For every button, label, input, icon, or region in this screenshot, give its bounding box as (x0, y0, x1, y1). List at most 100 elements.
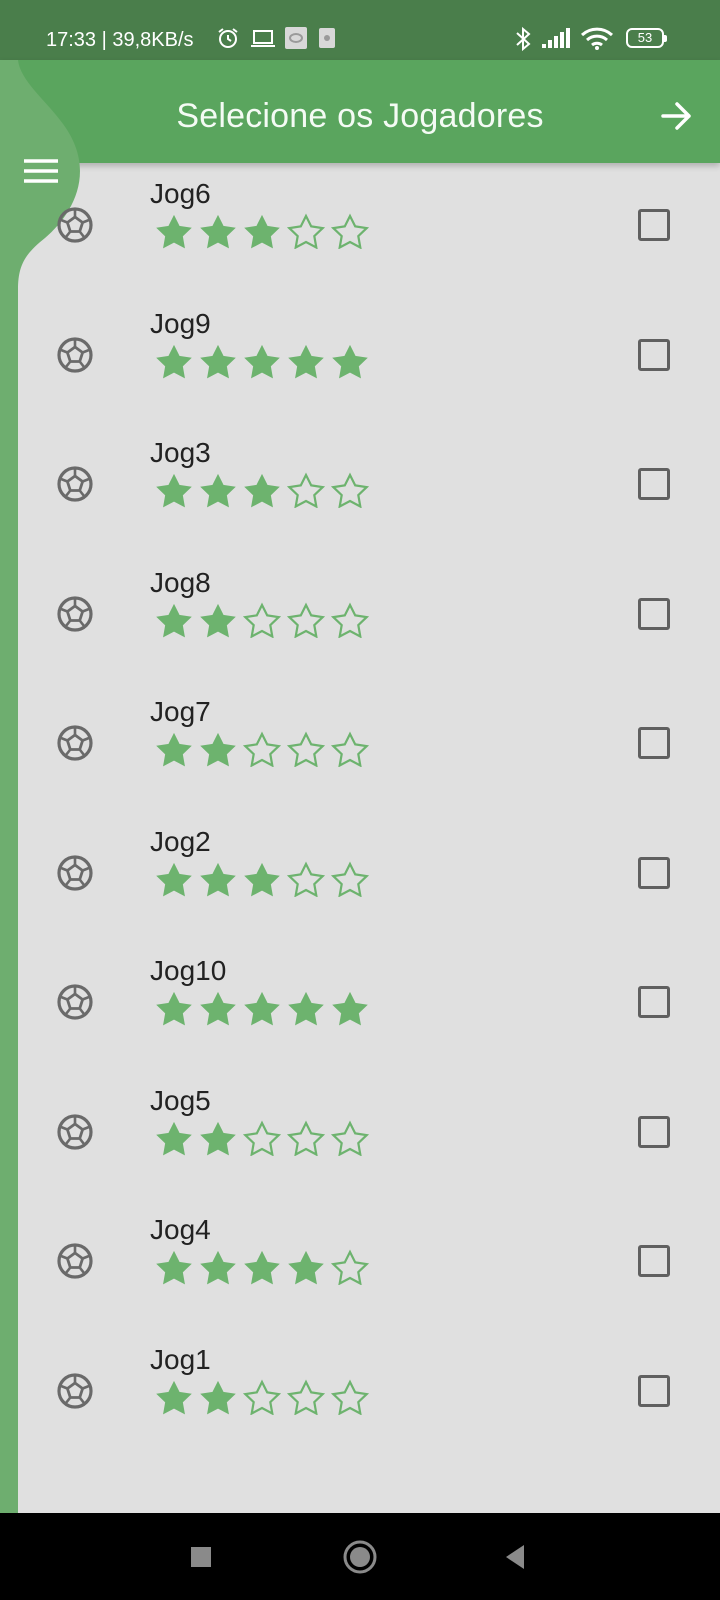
star-filled-icon[interactable] (328, 343, 372, 379)
star-filled-icon[interactable] (152, 731, 196, 767)
app-bar: Selecione os Jogadores (0, 60, 720, 163)
star-rating[interactable] (152, 213, 372, 249)
star-outline-icon[interactable] (328, 1249, 372, 1285)
laptop-icon (251, 30, 275, 47)
star-rating[interactable] (152, 1379, 372, 1415)
player-checkbox[interactable] (638, 338, 670, 371)
star-outline-icon[interactable] (328, 1379, 372, 1415)
soccer-ball-icon (57, 1243, 93, 1279)
star-outline-icon[interactable] (328, 213, 372, 249)
star-rating[interactable] (152, 602, 372, 638)
player-row[interactable]: Jog10 (18, 940, 720, 1072)
star-outline-icon[interactable] (284, 1120, 328, 1156)
star-outline-icon[interactable] (284, 1379, 328, 1415)
player-checkbox[interactable] (638, 1245, 670, 1277)
star-filled-icon[interactable] (152, 1120, 196, 1156)
star-outline-icon[interactable] (328, 602, 372, 638)
star-filled-icon[interactable] (284, 1249, 328, 1285)
star-filled-icon[interactable] (196, 213, 240, 249)
player-row[interactable]: Jog2 (18, 811, 720, 943)
page-title: Selecione os Jogadores (176, 97, 544, 135)
player-checkbox[interactable] (638, 727, 670, 759)
star-outline-icon[interactable] (328, 1120, 372, 1156)
star-rating[interactable] (152, 1249, 372, 1285)
player-name: Jog8 (150, 566, 211, 598)
soccer-ball-icon (57, 1372, 93, 1409)
star-filled-icon[interactable] (240, 1249, 284, 1285)
player-name: Jog5 (150, 1084, 211, 1116)
recents-square-icon[interactable] (182, 1537, 222, 1577)
star-filled-icon[interactable] (152, 990, 196, 1026)
star-filled-icon[interactable] (196, 472, 240, 508)
star-filled-icon[interactable] (152, 1249, 196, 1285)
star-filled-icon[interactable] (196, 731, 240, 767)
player-row[interactable]: Jog7 (18, 681, 720, 813)
star-filled-icon[interactable] (152, 472, 196, 508)
star-filled-icon[interactable] (240, 343, 284, 379)
arrow-right-icon[interactable] (655, 94, 699, 138)
star-outline-icon[interactable] (240, 731, 284, 767)
star-filled-icon[interactable] (152, 602, 196, 638)
star-rating[interactable] (152, 731, 372, 767)
player-checkbox[interactable] (638, 856, 670, 889)
star-filled-icon[interactable] (196, 1379, 240, 1415)
star-outline-icon[interactable] (328, 731, 372, 767)
star-filled-icon[interactable] (152, 343, 196, 379)
player-checkbox[interactable] (638, 986, 670, 1018)
player-row[interactable]: Jog1 (18, 1329, 720, 1461)
star-filled-icon[interactable] (240, 213, 284, 249)
player-name: Jog7 (150, 696, 211, 727)
player-name: Jog3 (150, 437, 211, 468)
star-filled-icon[interactable] (196, 861, 240, 897)
star-filled-icon[interactable] (240, 861, 284, 897)
star-filled-icon[interactable] (152, 1379, 196, 1415)
star-filled-icon[interactable] (284, 343, 328, 379)
player-name: Jog1 (150, 1343, 211, 1375)
star-rating[interactable] (152, 343, 372, 379)
home-circle-icon[interactable] (340, 1537, 380, 1577)
player-checkbox[interactable] (638, 209, 670, 241)
star-filled-icon[interactable] (196, 343, 240, 379)
player-checkbox[interactable] (638, 468, 670, 500)
player-row[interactable]: Jog6 (18, 163, 720, 295)
star-outline-icon[interactable] (240, 602, 284, 638)
star-outline-icon[interactable] (328, 472, 372, 508)
star-outline-icon[interactable] (284, 602, 328, 638)
star-outline-icon[interactable] (284, 731, 328, 767)
star-outline-icon[interactable] (284, 213, 328, 249)
star-rating[interactable] (152, 861, 372, 897)
star-filled-icon[interactable] (196, 1120, 240, 1156)
player-row[interactable]: Jog8 (18, 552, 720, 684)
player-row[interactable]: Jog9 (18, 293, 720, 425)
star-rating[interactable] (152, 1120, 372, 1156)
star-filled-icon[interactable] (284, 990, 328, 1026)
star-filled-icon[interactable] (240, 472, 284, 508)
player-name: Jog9 (150, 307, 211, 339)
star-outline-icon[interactable] (240, 1379, 284, 1415)
player-checkbox[interactable] (638, 597, 670, 630)
player-checkbox[interactable] (638, 1374, 670, 1407)
soccer-ball-icon (57, 1113, 93, 1150)
player-row[interactable]: Jog5 (18, 1070, 720, 1202)
star-rating[interactable] (152, 472, 372, 508)
status-bar: 17:33 | 39,8KB/s 53 (0, 0, 720, 60)
star-outline-icon[interactable] (328, 861, 372, 897)
bluetooth-icon (516, 26, 531, 52)
player-checkbox[interactable] (638, 1115, 670, 1148)
star-filled-icon[interactable] (152, 213, 196, 249)
player-row[interactable]: Jog3 (18, 422, 720, 554)
star-outline-icon[interactable] (284, 861, 328, 897)
star-filled-icon[interactable] (152, 861, 196, 897)
player-name: Jog6 (150, 178, 211, 209)
star-rating[interactable] (152, 990, 372, 1026)
star-filled-icon[interactable] (240, 990, 284, 1026)
star-outline-icon[interactable] (284, 472, 328, 508)
star-filled-icon[interactable] (196, 990, 240, 1026)
star-filled-icon[interactable] (196, 602, 240, 638)
star-outline-icon[interactable] (240, 1120, 284, 1156)
back-triangle-icon[interactable] (496, 1537, 536, 1577)
star-filled-icon[interactable] (328, 990, 372, 1026)
navigation-bar (0, 1513, 720, 1600)
player-row[interactable]: Jog4 (18, 1199, 720, 1331)
star-filled-icon[interactable] (196, 1249, 240, 1285)
